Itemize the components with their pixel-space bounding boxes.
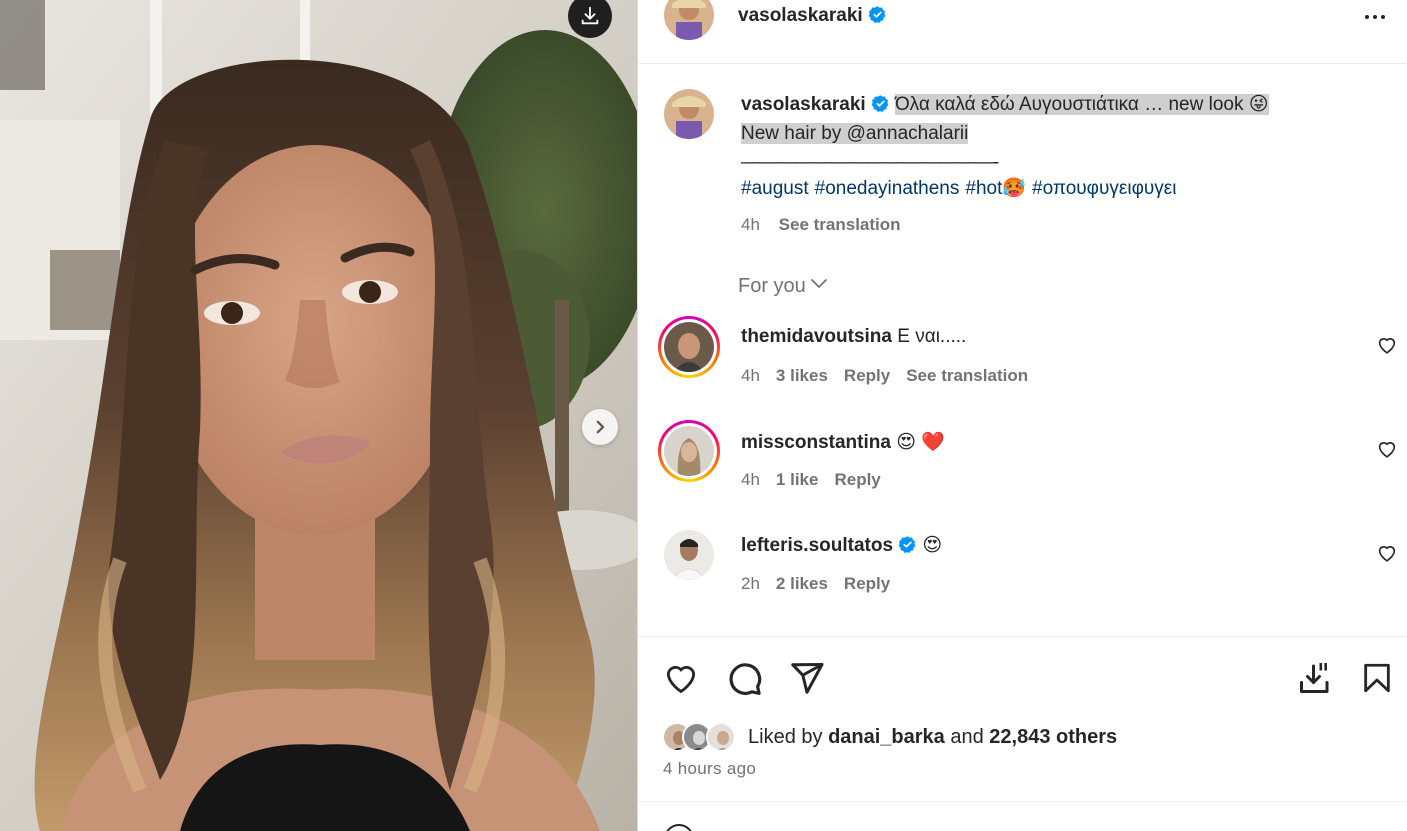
comment-avatar[interactable] <box>664 530 714 580</box>
more-icon <box>1365 15 1369 19</box>
hashtag-link[interactable]: #onedayinathens <box>815 178 960 199</box>
comment-avatar <box>664 426 714 476</box>
comment-button[interactable] <box>725 659 763 697</box>
liked-by-user[interactable]: danai_barka <box>828 726 945 748</box>
comment-username[interactable]: themidavoutsina <box>741 326 892 347</box>
comment-time: 4h <box>741 366 760 385</box>
save-to-collection-button[interactable] <box>1296 659 1334 697</box>
comment-item: themidavoutsina Ε ναι..... 4h 3 likes Repl… <box>638 316 1407 396</box>
liked-by-and: and <box>950 726 984 748</box>
comment-time: 2h <box>741 574 760 593</box>
bookmark-button[interactable] <box>1358 659 1396 697</box>
author-username-text[interactable]: vasolaskaraki <box>738 5 863 26</box>
more-options-button[interactable] <box>1360 2 1390 32</box>
caption-author-avatar[interactable] <box>664 89 714 139</box>
verified-icon <box>871 95 889 112</box>
verified-icon <box>898 536 916 553</box>
caption-hashtags: #august #onedayinathens #hot🥵 #οπουφυγειφυγ… <box>741 176 1182 200</box>
liked-by-prefix: Liked by <box>748 726 823 748</box>
caption-text-line1: Όλα καλά εδώ Αυγουστιάτικα … new look 😜 <box>894 94 1269 115</box>
caption-divider-line: ——————————————- <box>741 152 999 173</box>
share-icon <box>791 663 824 694</box>
comment-item: missconstantina 😍 ❤️ 4h 1 like Reply <box>638 420 1407 500</box>
caption-see-translation[interactable]: See translation <box>779 215 901 234</box>
author-avatar[interactable] <box>664 0 714 40</box>
post-photo-image <box>0 0 637 831</box>
chevron-down-icon <box>810 279 827 288</box>
post-timestamp[interactable]: 4 hours ago <box>663 759 756 779</box>
author-username[interactable]: vasolaskaraki <box>738 5 887 27</box>
comment-username[interactable]: lefteris.soultatos <box>741 535 893 556</box>
comment-avatar-story-ring[interactable] <box>658 316 720 378</box>
comment-body: Ε ναι..... <box>897 326 967 347</box>
add-comment-divider <box>638 801 1407 802</box>
caption-username[interactable]: vasolaskaraki <box>741 94 866 115</box>
comment-text-line: lefteris.soultatos 😍 <box>741 534 942 557</box>
post-header: vasolaskaraki <box>638 0 1407 64</box>
download-icon <box>581 6 599 25</box>
hashtag-link[interactable]: #august <box>741 178 809 199</box>
hashtag-link[interactable]: #οπουφυγειφυγει <box>1032 178 1176 199</box>
share-button[interactable] <box>788 659 826 697</box>
liker-avatar <box>706 722 736 752</box>
comment-reply-button[interactable]: Reply <box>844 366 890 385</box>
heart-icon[interactable] <box>1376 438 1398 460</box>
comment-reply-button[interactable]: Reply <box>844 574 890 593</box>
liked-by-others[interactable]: 22,843 others <box>989 726 1117 748</box>
bookmark-icon <box>1364 663 1390 693</box>
caption-meta: 4h See translation <box>741 215 901 235</box>
comment-item: lefteris.soultatos 😍 2h 2 likes Reply <box>638 524 1407 604</box>
comment-body: 😍 ❤️ <box>896 432 945 453</box>
liked-by-text: Liked by danai_barka and 22,843 others <box>748 726 1117 749</box>
comments-divider <box>638 636 1407 637</box>
comment-likes-count[interactable]: 3 likes <box>776 366 828 385</box>
comment-likes-count[interactable]: 2 likes <box>776 574 828 593</box>
comment-reply-button[interactable]: Reply <box>834 470 880 489</box>
comment-text-line: themidavoutsina Ε ναι..... <box>741 326 966 348</box>
comment-meta: 4h 1 like Reply <box>741 470 897 490</box>
emoji-picker-button[interactable] <box>664 824 694 831</box>
heart-icon[interactable] <box>1376 334 1398 356</box>
heart-icon <box>666 665 696 694</box>
comments-sort-dropdown[interactable]: For you <box>738 275 828 298</box>
comment-avatar-story-ring[interactable] <box>658 420 720 482</box>
comment-icon <box>729 663 762 695</box>
next-photo-button[interactable] <box>582 409 618 445</box>
comment-meta: 2h 2 likes Reply <box>741 574 906 594</box>
post-photo[interactable] <box>0 0 637 831</box>
post-caption: vasolaskaraki Όλα καλά εδώ Αυγουστιάτικα… <box>741 90 1391 177</box>
comments-sort-label: For you <box>738 275 806 297</box>
post-side-panel: vasolaskaraki vasolaskaraki Όλα καλά εδώ… <box>637 0 1407 831</box>
comment-username[interactable]: missconstantina <box>741 432 891 453</box>
like-button[interactable] <box>662 659 700 697</box>
comment-likes-count[interactable]: 1 like <box>776 470 819 489</box>
comment-see-translation[interactable]: See translation <box>906 366 1028 385</box>
comment-avatar <box>664 322 714 372</box>
comment-time: 4h <box>741 470 760 489</box>
comment-text-line: missconstantina 😍 ❤️ <box>741 430 945 454</box>
hashtag-link[interactable]: #hot🥵 <box>965 178 1026 199</box>
caption-time: 4h <box>741 215 760 234</box>
chevron-right-icon <box>596 420 605 434</box>
comment-meta: 4h 3 likes Reply See translation <box>741 366 1044 386</box>
save-to-collection-icon <box>1300 660 1329 693</box>
verified-icon <box>868 6 886 23</box>
comment-body: 😍 <box>922 535 943 556</box>
heart-icon[interactable] <box>1376 542 1398 564</box>
caption-text-line2: New hair by @annachalarii <box>741 123 969 144</box>
